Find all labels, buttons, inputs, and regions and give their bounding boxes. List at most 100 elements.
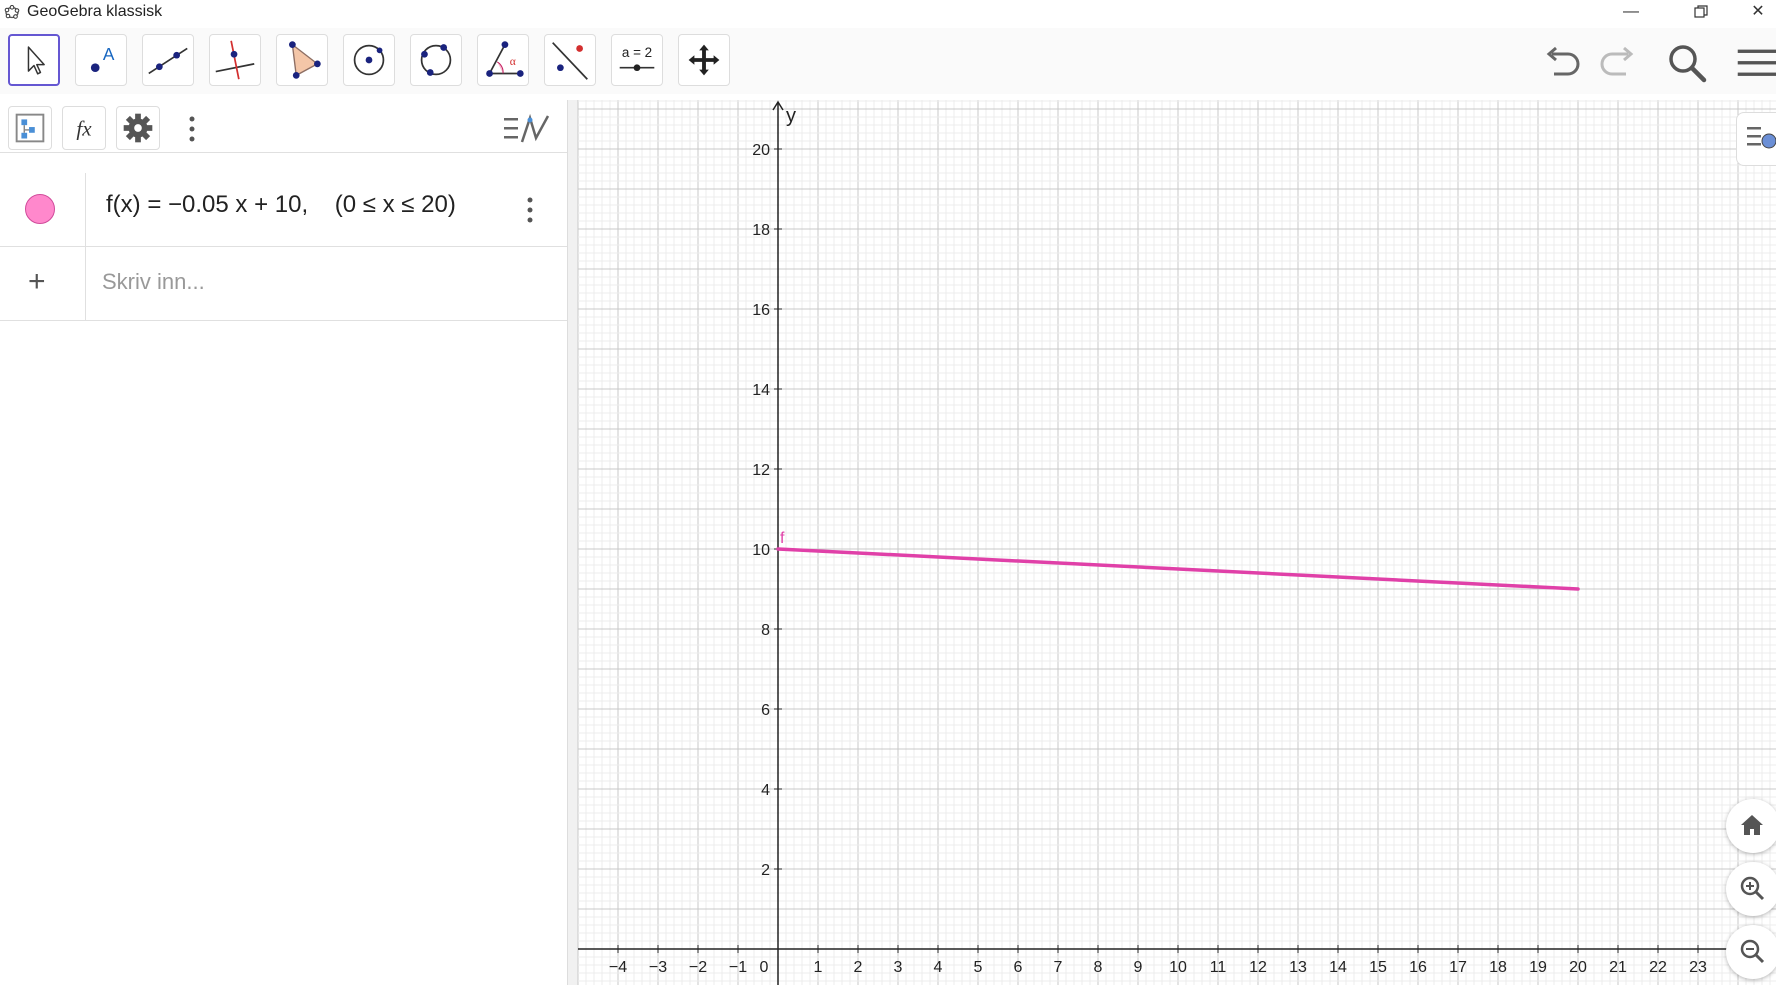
y-axis-label: y: [786, 105, 796, 127]
graphics-view[interactable]: y −4 −3 −2 −1 0 1 2 3 4 5 6 7 8 9 10 11 12 13 14 15 16 17 18 19 2…: [578, 100, 1776, 985]
visibility-column: [0, 173, 86, 246]
title-bar: GeoGebra klassisk — ✕: [0, 0, 1776, 24]
y-tick-label: 6: [761, 702, 770, 719]
x-tick-label: −3: [649, 959, 667, 976]
algebra-input-row: +: [0, 247, 567, 321]
visibility-marble[interactable]: [25, 194, 55, 224]
redo-button[interactable]: [1594, 40, 1640, 86]
redo-icon: [1600, 46, 1634, 76]
function-label-f: f: [780, 530, 785, 547]
x-tick-label: 18: [1489, 959, 1507, 976]
home-button[interactable]: [1726, 799, 1776, 853]
style-bar-icon: [1747, 127, 1776, 149]
y-tick-label: 10: [752, 542, 770, 559]
circle-center-icon: [353, 44, 385, 76]
main-menu-button[interactable]: [1732, 40, 1776, 86]
gear-icon: [123, 113, 153, 143]
fx-icon: fx: [76, 117, 92, 141]
x-tick-label: 17: [1449, 959, 1467, 976]
function-formula[interactable]: f(x) = −0.05 x + 10, (0 ≤ x ≤ 20): [106, 191, 456, 219]
move-arrows-icon: [688, 44, 720, 76]
zoom-in-button[interactable]: [1726, 862, 1776, 916]
x-tick-label: 9: [1134, 959, 1143, 976]
point-tool[interactable]: A: [75, 34, 127, 86]
x-tick-label: −4: [609, 959, 627, 976]
point-tool-label: A: [103, 44, 115, 64]
angle-tool[interactable]: α: [477, 34, 529, 86]
fx-button[interactable]: fx: [62, 106, 106, 150]
x-tick-label: 10: [1169, 959, 1187, 976]
fx-label: fx: [76, 117, 92, 141]
x-tick-label: 8: [1094, 959, 1103, 976]
coordinate-grid[interactable]: y−4 −3 −2 −1 0 1 2 3 4 5 6 7 8 9 10 11 12 13 14 15 16 17 18 19 2…: [578, 100, 1776, 985]
slider-tool-label: a = 2: [622, 45, 652, 60]
x-tick-label: 6: [1014, 959, 1023, 976]
x-tick-label: 0: [760, 959, 769, 976]
y-tick-label: 18: [752, 222, 770, 239]
minimize-icon[interactable]: —: [1608, 0, 1654, 24]
x-tick-label: 21: [1609, 959, 1627, 976]
move-graphics-tool[interactable]: [678, 34, 730, 86]
x-tick-label: 3: [894, 959, 903, 976]
algebra-more-button[interactable]: [182, 114, 202, 144]
more-vertical-icon: [189, 116, 195, 142]
more-vertical-icon: [527, 197, 533, 223]
x-tick-label: 14: [1329, 959, 1347, 976]
algebra-view: fx f(x) = −0.05 x + 10, (0 ≤ x ≤ 20) +: [0, 100, 567, 985]
view-divider[interactable]: [567, 100, 578, 985]
zoom-out-button[interactable]: [1726, 925, 1776, 979]
x-tick-label: 1: [814, 959, 823, 976]
x-tick-label: 5: [974, 959, 983, 976]
close-icon[interactable]: ✕: [1740, 0, 1776, 24]
algebra-view-toggle[interactable]: [8, 106, 52, 150]
algebra-header: fx: [0, 100, 567, 153]
reflect-line-icon: [552, 42, 588, 80]
search-icon: [1669, 45, 1707, 83]
algebra-input[interactable]: [100, 265, 544, 299]
y-tick-label: 2: [761, 862, 770, 879]
toolbar: A α a = 2: [0, 28, 1776, 94]
input-plus-column: +: [0, 247, 86, 320]
algebra-row-f[interactable]: f(x) = −0.05 x + 10, (0 ≤ x ≤ 20): [0, 173, 567, 247]
search-button[interactable]: [1664, 40, 1710, 86]
plus-icon[interactable]: +: [28, 267, 46, 297]
x-tick-label: −1: [729, 959, 747, 976]
circle-three-points-tool[interactable]: [410, 34, 462, 86]
polygon-tool[interactable]: [276, 34, 328, 86]
line-tool[interactable]: [142, 34, 194, 86]
graphics-style-toggle[interactable]: [502, 112, 552, 146]
undo-button[interactable]: [1540, 40, 1586, 86]
angle-tool-label: α: [510, 56, 516, 68]
hamburger-menu-icon: [1737, 49, 1776, 76]
reflect-tool[interactable]: [544, 34, 596, 86]
x-tick-label: 22: [1649, 959, 1667, 976]
undo-icon: [1546, 46, 1580, 76]
zoom-in-icon: [1740, 876, 1765, 901]
perpendicular-line-icon: [215, 40, 255, 80]
geogebra-logo-icon: [4, 5, 20, 19]
x-tick-label: 13: [1289, 959, 1307, 976]
settings-button[interactable]: [116, 106, 160, 150]
perpendicular-line-tool[interactable]: [209, 34, 261, 86]
y-tick-label: 8: [761, 622, 770, 639]
point-icon: A: [90, 44, 115, 73]
slider-tool[interactable]: a = 2: [611, 34, 663, 86]
style-bar-tab[interactable]: [1736, 112, 1776, 166]
zoom-out-icon: [1740, 939, 1765, 964]
x-tick-label: 12: [1249, 959, 1267, 976]
x-tick-label: −2: [689, 959, 707, 976]
angle-icon: α: [486, 41, 524, 77]
line-through-points-icon: [148, 47, 188, 75]
y-tick-label: 14: [752, 382, 770, 399]
y-tick-label: 12: [752, 462, 770, 479]
circle-three-points-icon: [420, 44, 452, 76]
circle-center-point-tool[interactable]: [343, 34, 395, 86]
home-icon: [1741, 815, 1763, 835]
x-tick-label: 4: [934, 959, 943, 976]
move-tool[interactable]: [8, 34, 60, 86]
window-title: GeoGebra klassisk: [27, 3, 163, 20]
y-tick-label: 4: [761, 782, 770, 799]
row-more-button[interactable]: [525, 195, 535, 225]
restore-icon[interactable]: [1678, 0, 1724, 24]
style-bar-toggle-icon: [504, 113, 550, 143]
